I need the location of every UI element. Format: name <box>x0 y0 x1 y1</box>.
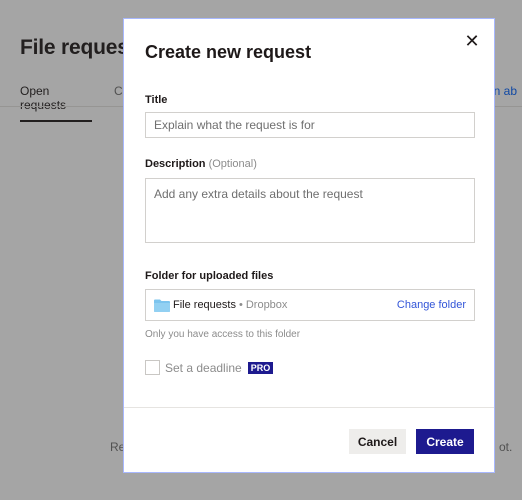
description-textarea[interactable] <box>145 178 475 243</box>
create-button[interactable]: Create <box>416 429 474 454</box>
close-icon[interactable]: ✕ <box>462 31 482 51</box>
deadline-label: Set a deadline <box>165 360 242 375</box>
deadline-option: Set a deadline PRO <box>145 360 274 375</box>
folder-icon <box>154 299 170 312</box>
pro-badge: PRO <box>247 361 274 374</box>
description-label: Description (Optional) <box>145 158 257 170</box>
title-input[interactable] <box>145 112 475 138</box>
folder-label: Folder for uploaded files <box>145 270 274 282</box>
optional-tag: (Optional) <box>208 158 257 170</box>
deadline-checkbox[interactable] <box>145 360 160 375</box>
access-hint: Only you have access to this folder <box>145 329 301 340</box>
change-folder-link[interactable]: Change folder <box>397 299 466 311</box>
cancel-button[interactable]: Cancel <box>349 429 406 454</box>
folder-location: Dropbox <box>245 299 288 311</box>
footer-divider <box>124 407 494 408</box>
folder-selector: File requests • Dropbox Change folder <box>145 289 475 321</box>
folder-name: File requests <box>173 299 236 311</box>
folder-separator: • <box>238 299 243 311</box>
modal-title: Create new request <box>145 42 312 62</box>
create-request-modal: Create new request ✕ Title Description (… <box>123 18 495 473</box>
title-label: Title <box>145 94 168 106</box>
description-label-text: Description <box>145 158 206 170</box>
